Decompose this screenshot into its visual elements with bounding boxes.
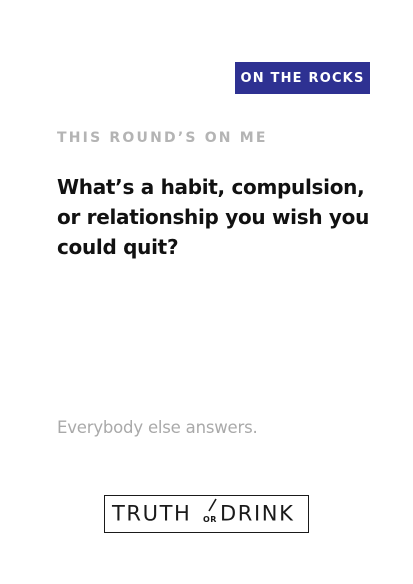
round-label: THIS ROUND’S ON ME [57, 130, 268, 146]
logo-word-or: OR [203, 515, 217, 524]
truth-or-drink-logo: TRUTH OR DRINK [104, 495, 309, 533]
question-card: ON THE ROCKS THIS ROUND’S ON ME What’s a… [0, 0, 413, 584]
question-text: What’s a habit, compulsion, or relations… [57, 175, 370, 259]
logo-slash-icon [208, 498, 217, 512]
logo-word-truth: TRUTH [112, 501, 192, 526]
category-badge: ON THE ROCKS [235, 62, 370, 94]
logo-word-drink: DRINK [220, 501, 295, 526]
answer-instruction: Everybody else answers. [57, 418, 258, 437]
